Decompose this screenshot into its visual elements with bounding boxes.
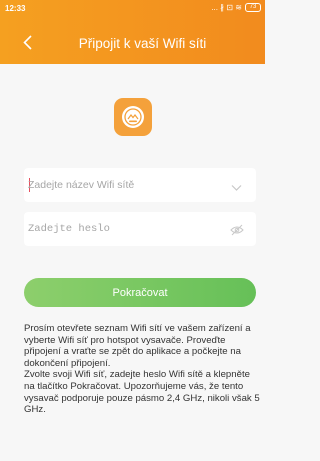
- status-indicators: ... ∦ ⊡ ≋: [211, 3, 242, 12]
- status-time: 12:33: [5, 4, 26, 13]
- status-bar: 12:33 ... ∦ ⊡ ≋ 73: [0, 0, 265, 18]
- page-title: Připojit k vaší Wifi síti: [78, 36, 207, 51]
- continue-button[interactable]: Pokračovat: [24, 278, 256, 307]
- status-icons: ... ∦ ⊡ ≋ 73: [211, 3, 261, 12]
- instructions-paragraph-1: Prosím otevřete seznam Wifi sítí ve vaše…: [24, 323, 251, 369]
- back-button[interactable]: [20, 33, 34, 51]
- eye-off-icon[interactable]: [230, 223, 244, 241]
- instructions-paragraph-2: Zvolte svoji Wifi síť, zadejte heslo Wif…: [24, 369, 260, 416]
- password-input[interactable]: [28, 212, 228, 246]
- chevron-down-icon[interactable]: [231, 179, 242, 197]
- password-field[interactable]: [24, 212, 256, 246]
- battery-icon: 73: [245, 3, 261, 12]
- robot-vacuum-icon: [114, 98, 152, 136]
- wifi-name-input[interactable]: [28, 168, 228, 202]
- app-header: 12:33 ... ∦ ⊡ ≋ 73 Připojit k vaší Wifi …: [0, 0, 265, 64]
- instructions-text: Prosím otevřete seznam Wifi sítí ve vaše…: [24, 323, 260, 416]
- wifi-name-field[interactable]: [24, 168, 256, 202]
- chevron-left-icon: [22, 34, 32, 50]
